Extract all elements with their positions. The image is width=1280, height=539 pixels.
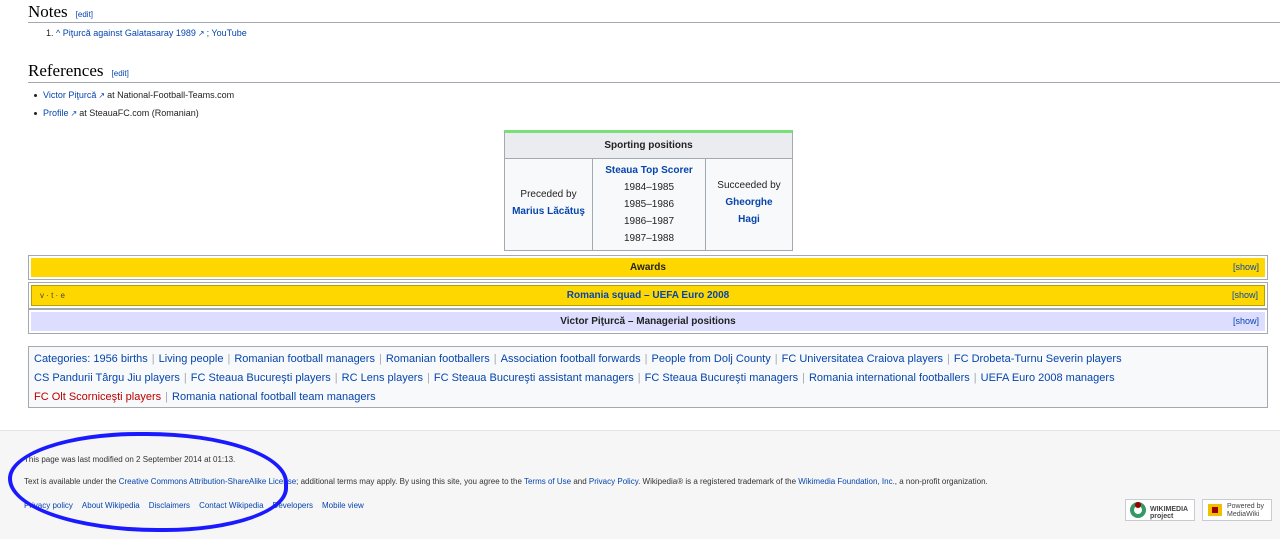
- privacy-policy-link[interactable]: Privacy Policy: [589, 477, 638, 486]
- category-link[interactable]: UEFA Euro 2008 managers: [981, 372, 1115, 384]
- position-cell: Steaua Top Scorer 1984–1985 1985–1986 19…: [593, 159, 706, 250]
- notes-edit-link[interactable]: [edit]: [76, 10, 93, 19]
- wikimedia-project-badge[interactable]: WIKIMEDIA project: [1125, 499, 1195, 521]
- year-range: 1984–1985: [623, 182, 675, 193]
- page-footer: This page was last modified on 2 Septemb…: [0, 430, 1280, 539]
- notes-heading: Notes [edit]: [28, 2, 94, 21]
- category-link[interactable]: 1956 births: [93, 353, 147, 365]
- category-link[interactable]: CS Pandurii Târgu Jiu players: [34, 372, 180, 384]
- navbox-show-toggle[interactable]: [show]: [1233, 312, 1259, 331]
- wikimedia-logo-icon: [1130, 502, 1146, 518]
- category-link[interactable]: Romania international footballers: [809, 372, 970, 384]
- external-link-icon: ↗: [197, 29, 205, 38]
- reference-item: Victor Piţurcă ↗ at National-Football-Team…: [34, 90, 234, 100]
- reference-item: Profile ↗ at SteauaFC.com (Romanian): [34, 108, 199, 118]
- succession-title: Sporting positions: [505, 133, 792, 159]
- category-link-missing[interactable]: FC Olt Scorniceşti players: [34, 391, 161, 403]
- license-link[interactable]: Creative Commons Attribution-ShareAlike …: [119, 477, 296, 486]
- powered-by-mediawiki-badge[interactable]: Powered by MediaWiki: [1202, 499, 1272, 521]
- succeeded-cell: Succeeded by Gheorghe Hagi: [706, 159, 792, 250]
- navbox-euro-2008-squad: v · t · e Romania squad – UEFA Euro 2008…: [28, 282, 1268, 309]
- category-link[interactable]: Romania national football team managers: [172, 391, 376, 403]
- footer-links: Privacy policy About Wikipedia Disclaimers…: [24, 501, 373, 510]
- categories-line: FC Olt Scorniceşti players | Romania natio…: [34, 391, 376, 403]
- footer-link-disclaimers[interactable]: Disclaimers: [149, 501, 190, 510]
- references-edit-link[interactable]: [edit]: [112, 69, 129, 78]
- succeeded-link-line2[interactable]: Hagi: [706, 211, 792, 228]
- footer-link-developers[interactable]: Developers: [273, 501, 313, 510]
- note-link[interactable]: Piţurcă against Galatasaray 1989: [63, 28, 196, 38]
- category-link[interactable]: Association football forwards: [501, 353, 641, 365]
- succeeded-link-line1[interactable]: Gheorghe: [706, 194, 792, 211]
- category-link[interactable]: FC Steaua Bucureşti assistant managers: [434, 372, 634, 384]
- category-link[interactable]: FC Steaua Bucureşti players: [191, 372, 331, 384]
- category-link[interactable]: FC Steaua Bucureşti managers: [645, 372, 798, 384]
- year-range: 1986–1987: [623, 216, 675, 227]
- categories-line: CS Pandurii Târgu Jiu players | FC Steaua …: [34, 372, 1115, 384]
- external-link-icon: ↗: [98, 91, 106, 100]
- year-range: 1987–1988: [623, 233, 675, 244]
- references-divider: [28, 82, 1280, 83]
- footer-link-contact[interactable]: Contact Wikipedia: [199, 501, 263, 510]
- preceded-link[interactable]: Marius Lăcătuş: [505, 203, 592, 220]
- category-link[interactable]: Romanian footballers: [386, 353, 490, 365]
- year-range: 1985–1986: [623, 199, 675, 210]
- external-link-icon: ↗: [70, 109, 78, 118]
- references-heading: References [edit]: [28, 61, 129, 80]
- reference-link[interactable]: Profile: [43, 108, 69, 118]
- footer-link-about[interactable]: About Wikipedia: [82, 501, 140, 510]
- category-link[interactable]: FC Drobeta-Turnu Severin players: [954, 353, 1122, 365]
- navbox-show-toggle[interactable]: [show]: [1232, 286, 1258, 305]
- preceded-cell: Preceded by Marius Lăcătuş: [505, 159, 593, 250]
- category-link[interactable]: Romanian football managers: [234, 353, 375, 365]
- license-text: Text is available under the Creative Com…: [24, 477, 988, 486]
- mediawiki-logo-icon: [1208, 504, 1222, 516]
- categories-label[interactable]: Categories:: [34, 353, 90, 365]
- category-link[interactable]: FC Universitatea Craiova players: [782, 353, 943, 365]
- navbox-title: Victor Piţurcă – Managerial positions: [560, 316, 736, 327]
- footer-link-mobile-view[interactable]: Mobile view: [322, 501, 364, 510]
- terms-link[interactable]: Terms of Use: [524, 477, 571, 486]
- note-item: 1. ^ Piţurcă against Galatasaray 1989 ↗; …: [46, 28, 247, 38]
- navbox-title[interactable]: Romania squad – UEFA Euro 2008: [567, 290, 729, 301]
- category-link[interactable]: People from Dolj County: [652, 353, 771, 365]
- category-link[interactable]: Living people: [159, 353, 224, 365]
- footer-link-privacy[interactable]: Privacy policy: [24, 501, 73, 510]
- navbox-awards: Awards [show]: [28, 255, 1268, 280]
- wikimedia-foundation-link[interactable]: Wikimedia Foundation, Inc.: [798, 477, 895, 486]
- vte-links[interactable]: v · t · e: [40, 286, 65, 305]
- note-suffix[interactable]: ; YouTube: [207, 28, 247, 38]
- reference-link[interactable]: Victor Piţurcă: [43, 90, 96, 100]
- categories-box: Categories: 1956 births | Living people | Ro…: [28, 346, 1268, 408]
- category-link[interactable]: RC Lens players: [342, 372, 423, 384]
- navbox-show-toggle[interactable]: [show]: [1233, 258, 1259, 277]
- notes-divider: [28, 22, 1280, 23]
- navbox-title: Awards: [630, 262, 666, 273]
- succession-box: Sporting positions Preceded by Marius Lă…: [504, 130, 793, 251]
- position-link[interactable]: Steaua Top Scorer: [593, 162, 705, 179]
- last-modified-text: This page was last modified on 2 Septemb…: [24, 455, 236, 464]
- navbox-managerial-positions: Victor Piţurcă – Managerial positions [s…: [28, 309, 1268, 334]
- categories-line: Categories: 1956 births | Living people | Ro…: [34, 353, 1122, 365]
- note-caret-link[interactable]: ^: [56, 28, 60, 38]
